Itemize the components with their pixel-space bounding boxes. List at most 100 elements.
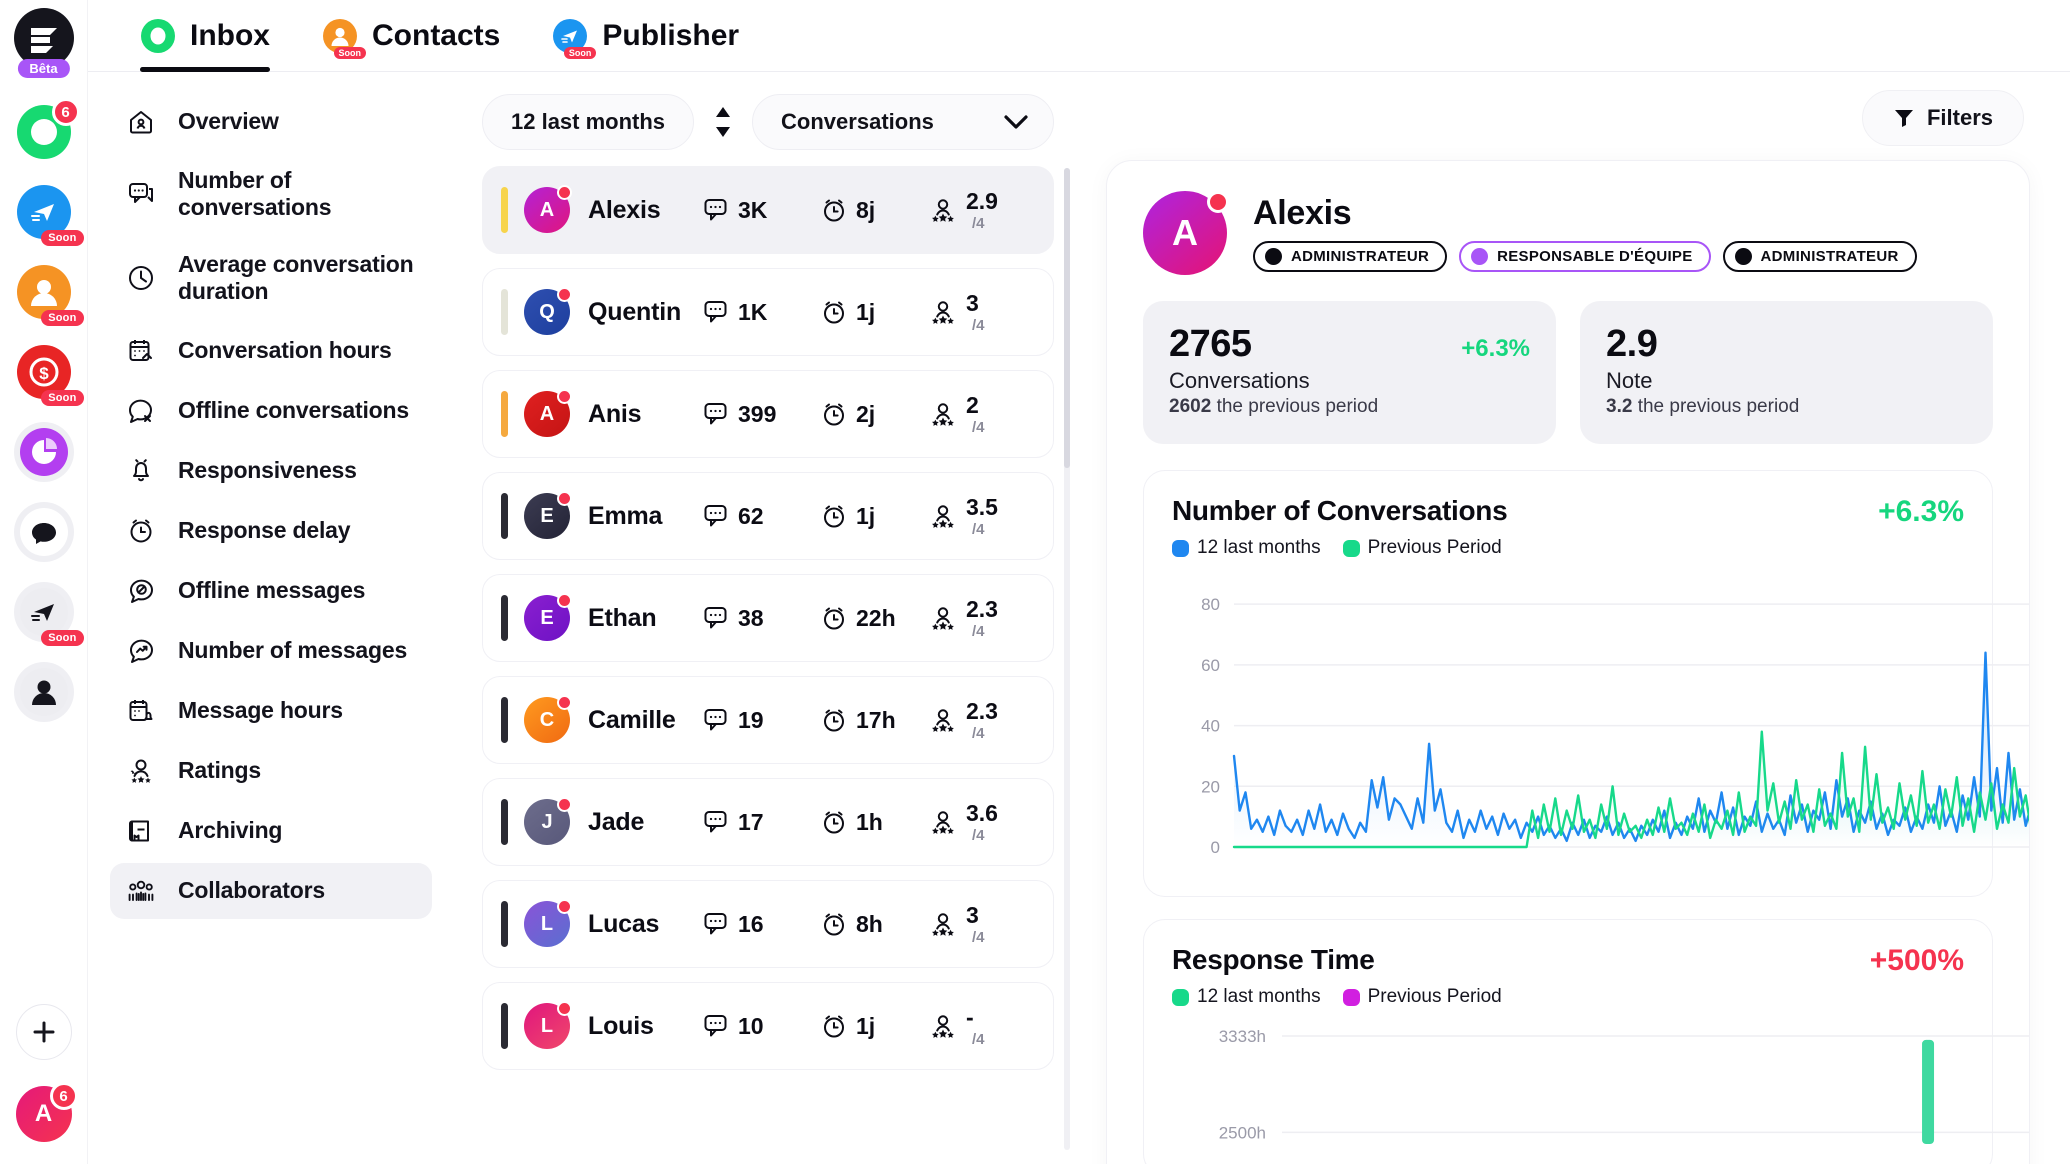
rail-item-contacts[interactable]: Soon [14, 262, 84, 326]
status-badge[interactable]: ADMINISTRATEUR [1253, 241, 1448, 272]
book-icon [126, 816, 156, 846]
rail-item-chat[interactable] [13, 502, 74, 562]
legend-label: 12 last months [1197, 537, 1321, 558]
sidebar-item-responsiveness[interactable]: Responsiveness [110, 443, 432, 499]
avatar-initial: Q [539, 300, 555, 323]
rail-item-profile[interactable] [13, 662, 74, 722]
collaborator-list-column: 12 last months Conversations A Alexis 3K 8j… [458, 72, 1078, 1164]
rail-item-logo[interactable]: Bêta [13, 8, 74, 78]
metric-delay-value: 1j [856, 298, 876, 325]
kpi-previous: 2602 the previous period [1169, 396, 1530, 418]
chart-delta: +6.3% [1878, 495, 1964, 528]
status-dot [557, 185, 572, 200]
metric-rating: 2.3/4 [929, 699, 1033, 741]
profile-icon [19, 668, 68, 716]
filters-button[interactable]: Filters [1861, 90, 2024, 146]
avatar: C [524, 695, 572, 743]
rail-item-publisher[interactable]: Soon [14, 182, 84, 246]
avatar-initial: C [539, 708, 555, 731]
rail-item-inbox[interactable]: 6 [14, 98, 80, 162]
legend-item: Previous Period [1342, 986, 1502, 1008]
chart-card-response-time: Response Time 12 last months Previous Pe… [1143, 919, 2029, 1164]
tab-publisher[interactable]: Soon Publisher [526, 0, 765, 72]
chat-icon [19, 508, 68, 556]
sidebar-item-label: Responsiveness [178, 456, 357, 483]
table-row[interactable]: E Emma 62 1j 3.5/4 [482, 472, 1054, 560]
metric-select[interactable]: Conversations [752, 94, 1054, 150]
sidebar-item-label: Response delay [178, 516, 351, 543]
sidebar-item-number-of-messages[interactable]: Number of messages [110, 623, 432, 679]
sidebar-item-conversation-hours[interactable]: Conversation hours [110, 323, 432, 379]
legend-label: Previous Period [1367, 537, 1502, 558]
sidebar-item-label: Conversation hours [178, 336, 392, 363]
metric-rating-total: /4 [972, 622, 985, 640]
list-scrollbar-track[interactable] [1064, 168, 1070, 1150]
people-icon [126, 876, 156, 906]
user-avatar[interactable]: A 6 [15, 1082, 78, 1142]
metric-conversations: 17 [703, 809, 821, 836]
metric-rating-value: 3.5 [966, 493, 998, 520]
metric-delay-value: 1j [856, 1012, 876, 1039]
metric-rating-total: /4 [972, 520, 985, 538]
period-select[interactable]: 12 last months [482, 94, 695, 150]
rail-item-billing[interactable]: $ Soon [14, 342, 84, 406]
sidebar-item-archiving[interactable]: Archiving [110, 803, 432, 859]
table-row[interactable]: A Anis 399 2j 2/4 [482, 370, 1054, 458]
table-row[interactable]: L Lucas 16 8h 3/4 [482, 880, 1054, 968]
body-row: Overview Number of conversations Average… [88, 72, 2070, 1164]
table-row[interactable]: A Alexis 3K 8j 2.9/4 [482, 166, 1054, 254]
table-row[interactable]: E Ethan 38 22h 2.3/4 [482, 574, 1054, 662]
chart-heading-block: Number of Conversations 12 last months P… [1172, 495, 1508, 559]
rail-item-statistics[interactable] [13, 422, 74, 482]
sidebar-item-offline-messages[interactable]: Offline messages [110, 563, 432, 619]
chart-title: Number of Conversations [1172, 495, 1508, 526]
table-row[interactable]: L Louis 10 1j -/4 [482, 982, 1054, 1070]
list-scrollbar-thumb[interactable] [1064, 168, 1070, 468]
metric-rating-value: - [966, 1003, 974, 1030]
metric-conversations: 1K [703, 299, 821, 326]
status-badge[interactable]: RESPONSABLE D'ÉQUIPE [1459, 241, 1711, 272]
publisher-soon-badge: Soon [41, 230, 84, 246]
detail-toolbar: Filters [1106, 90, 2030, 146]
metric-rating: 3/4 [929, 291, 1033, 333]
sidebar-item-ratings[interactable]: Ratings [110, 743, 432, 799]
tab-inbox[interactable]: Inbox [114, 0, 296, 72]
kpi-top: 2765 +6.3% [1169, 323, 1530, 366]
table-row[interactable]: C Camille 19 17h 2.3/4 [482, 676, 1054, 764]
sidebar-item-collaborators[interactable]: Collaborators [110, 862, 432, 919]
table-row[interactable]: J Jade 17 1h 3.6/4 [482, 778, 1054, 866]
status-dot [557, 1001, 572, 1016]
tab-publisher-label: Publisher [602, 18, 740, 52]
chevron-down-icon [1004, 115, 1028, 129]
row-accent-bar [501, 799, 508, 845]
sidebar-item-message-hours[interactable]: Message hours [110, 683, 432, 739]
sidebar-item-average-conversation-duration[interactable]: Average conversation duration [110, 238, 432, 318]
metric-conversations-value: 16 [738, 910, 764, 937]
metric-delay-value: 8h [856, 910, 883, 937]
profile-info: Alexis ADMINISTRATEUR RESPONSABLE D'ÉQUI… [1253, 194, 1917, 272]
sidebar-item-overview[interactable]: Overview [110, 94, 432, 150]
sidebar-item-label: Collaborators [178, 876, 325, 903]
sort-updown-icon[interactable] [708, 105, 738, 139]
kpi-value: 2.9 [1606, 323, 1658, 365]
add-button[interactable] [15, 1004, 72, 1060]
avatar: A [524, 185, 572, 233]
alarm-icon [824, 199, 844, 222]
metric-rating: 3.6/4 [929, 801, 1033, 843]
avatar: L [524, 899, 572, 947]
chat-dots-icon [704, 505, 727, 527]
metric-delay: 1j [821, 1013, 929, 1040]
rail-item-send[interactable]: Soon [13, 582, 84, 646]
metric-delay: 1j [821, 503, 929, 530]
sidebar-item-response-delay[interactable]: Response delay [110, 503, 432, 559]
status-badge[interactable]: ADMINISTRATEUR [1722, 241, 1917, 272]
metric-delay: 1h [821, 809, 929, 836]
metric-conversations: 16 [703, 911, 821, 938]
sidebar-item-number-of-conversations[interactable]: Number of conversations [110, 154, 432, 234]
collaborator-list[interactable]: A Alexis 3K 8j 2.9/4 Q Quentin 1K 1j 3/4 A Anis 399 2… [458, 166, 1078, 1164]
tab-contacts[interactable]: Soon Contacts [296, 0, 526, 72]
chart-legend: 12 last months Previous Period [1172, 986, 1502, 1008]
table-row[interactable]: Q Quentin 1K 1j 3/4 [482, 268, 1054, 356]
sidebar-item-label: Offline messages [178, 576, 366, 603]
sidebar-item-offline-conversations[interactable]: Offline conversations [110, 383, 432, 439]
